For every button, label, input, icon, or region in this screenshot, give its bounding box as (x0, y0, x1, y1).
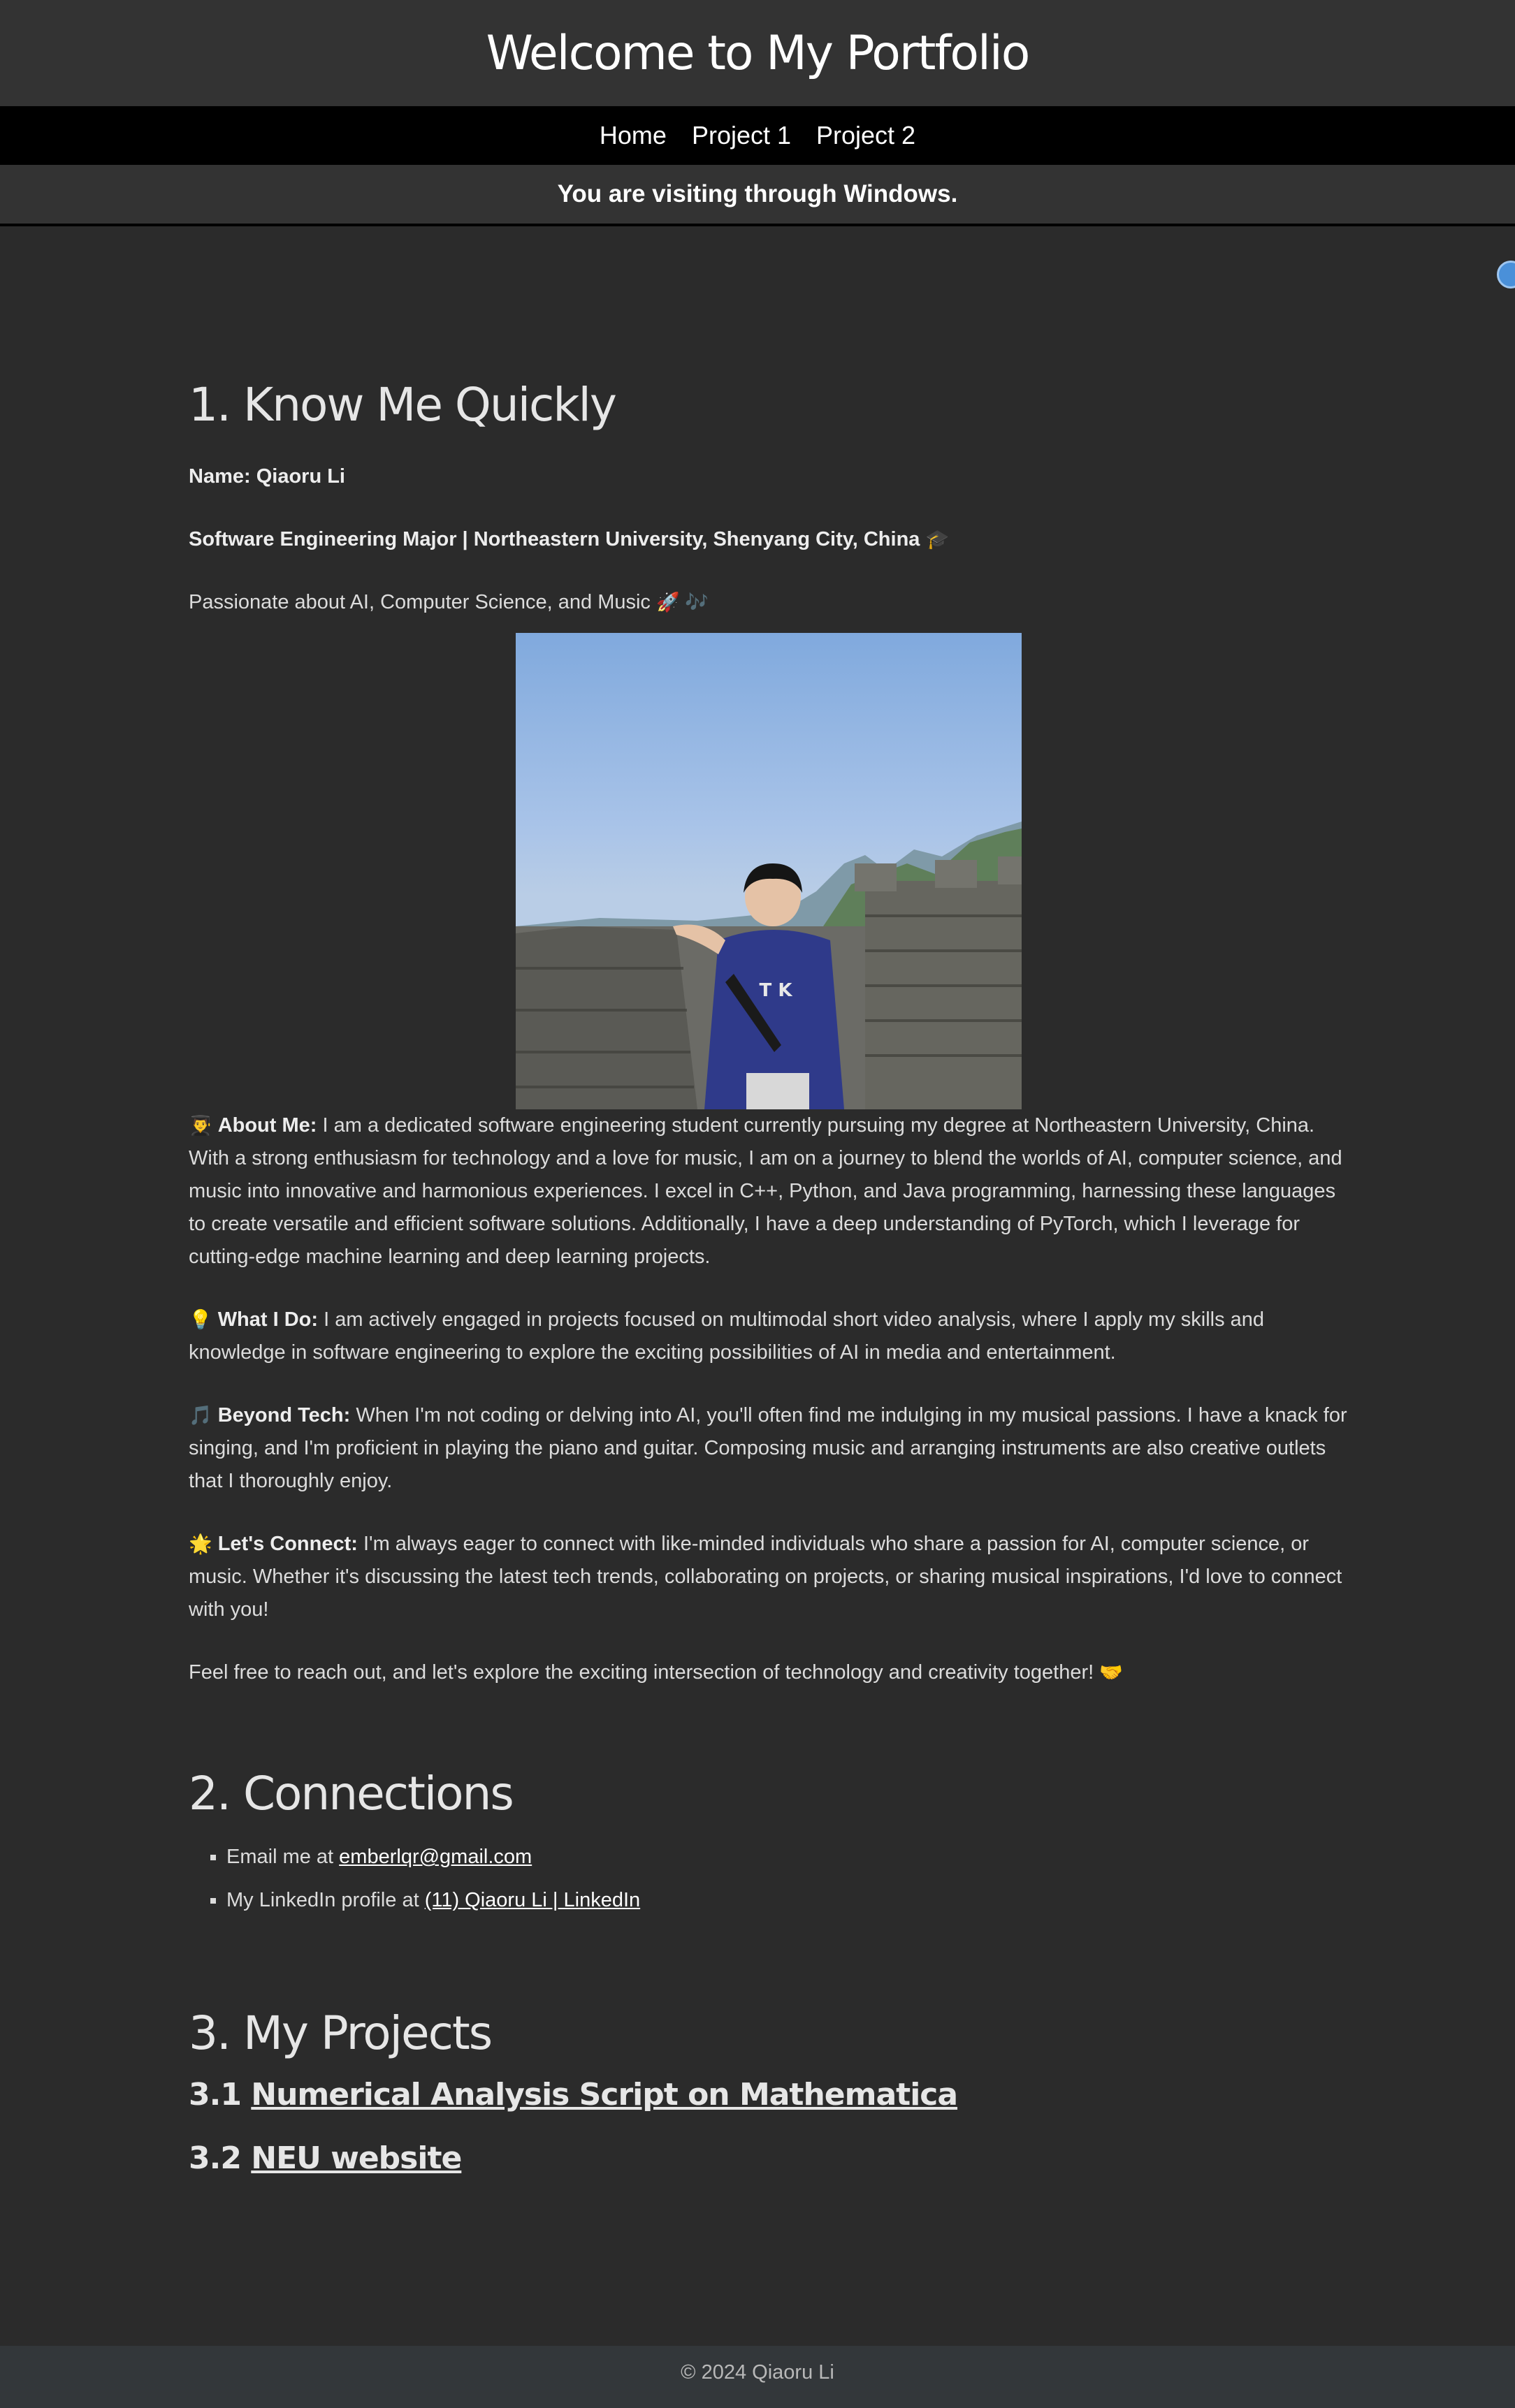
floating-widget-icon[interactable] (1497, 261, 1515, 289)
profile-photo-container: T K (189, 633, 1349, 1110)
platform-banner: You are visiting through Windows. (0, 165, 1515, 226)
beyond-tech-paragraph: 🎵 Beyond Tech: When I'm not coding or de… (189, 1404, 1347, 1493)
project-link-numerical-analysis[interactable]: Numerical Analysis Script on Mathematica (251, 2077, 958, 2113)
nav-home[interactable]: Home (600, 121, 667, 150)
section-heading-connections: 2. Connections (189, 1767, 514, 1821)
main-content: 1. Know Me Quickly Name: Qiaoru Li Softw… (189, 377, 1349, 2176)
svg-text:T K: T K (760, 980, 793, 1001)
closing-line: Feel free to reach out, and let's explor… (189, 1661, 1123, 1684)
about-me-paragraph: 👨‍🎓 About Me: I am a dedicated software … (189, 1114, 1342, 1269)
handshake-icon: 🤝 (1099, 1662, 1123, 1684)
main-nav: Home Project 1 Project 2 (0, 106, 1515, 165)
student-icon: 👨‍🎓 (189, 1115, 212, 1137)
what-i-do-paragraph: 💡 What I Do: I am actively engaged in pr… (189, 1308, 1265, 1364)
site-header: Welcome to My Portfolio (0, 0, 1515, 106)
site-footer: © 2024 Qiaoru Li (0, 2346, 1515, 2408)
linkedin-link[interactable]: (11) Qiaoru Li | LinkedIn (425, 1889, 640, 1911)
music-note-icon: 🎵 (189, 1405, 212, 1426)
copyright-text: © 2024 Qiaoru Li (681, 2361, 834, 2384)
project-link-neu-website[interactable]: NEU website (251, 2140, 462, 2176)
nav-project-1[interactable]: Project 1 (692, 121, 791, 150)
list-item-linkedin: My LinkedIn profile at (11) Qiaoru Li | … (226, 1878, 1349, 1922)
lightbulb-icon: 💡 (189, 1309, 212, 1331)
profile-photo: T K (516, 633, 1022, 1110)
passion-line: Passionate about AI, Computer Science, a… (189, 591, 709, 614)
name-line: Name: Qiaoru Li (189, 465, 345, 488)
project-item-1: 3.1 Numerical Analysis Script on Mathema… (189, 2076, 958, 2113)
major-line: Software Engineering Major | Northeaster… (189, 528, 950, 551)
section-heading-projects: 3. My Projects (189, 2006, 493, 2061)
lets-connect-paragraph: 🌟 Let's Connect: I'm always eager to con… (189, 1533, 1342, 1621)
page-title: Welcome to My Portfolio (486, 25, 1031, 81)
rocket-music-icons: 🚀 🎶 (656, 592, 709, 613)
section-heading-about: 1. Know Me Quickly (189, 378, 617, 432)
nav-project-2[interactable]: Project 2 (816, 121, 915, 150)
email-link[interactable]: emberlqr@gmail.com (339, 1846, 532, 1868)
project-item-2: 3.2 NEU website (189, 2140, 462, 2176)
list-item-email: Email me at emberlqr@gmail.com (226, 1835, 1349, 1878)
connections-list: Email me at emberlqr@gmail.com My Linked… (189, 1835, 1349, 1922)
star-icon: 🌟 (189, 1533, 212, 1555)
platform-message: You are visiting through Windows. (557, 180, 958, 207)
graduation-cap-icon: 🎓 (925, 529, 950, 550)
